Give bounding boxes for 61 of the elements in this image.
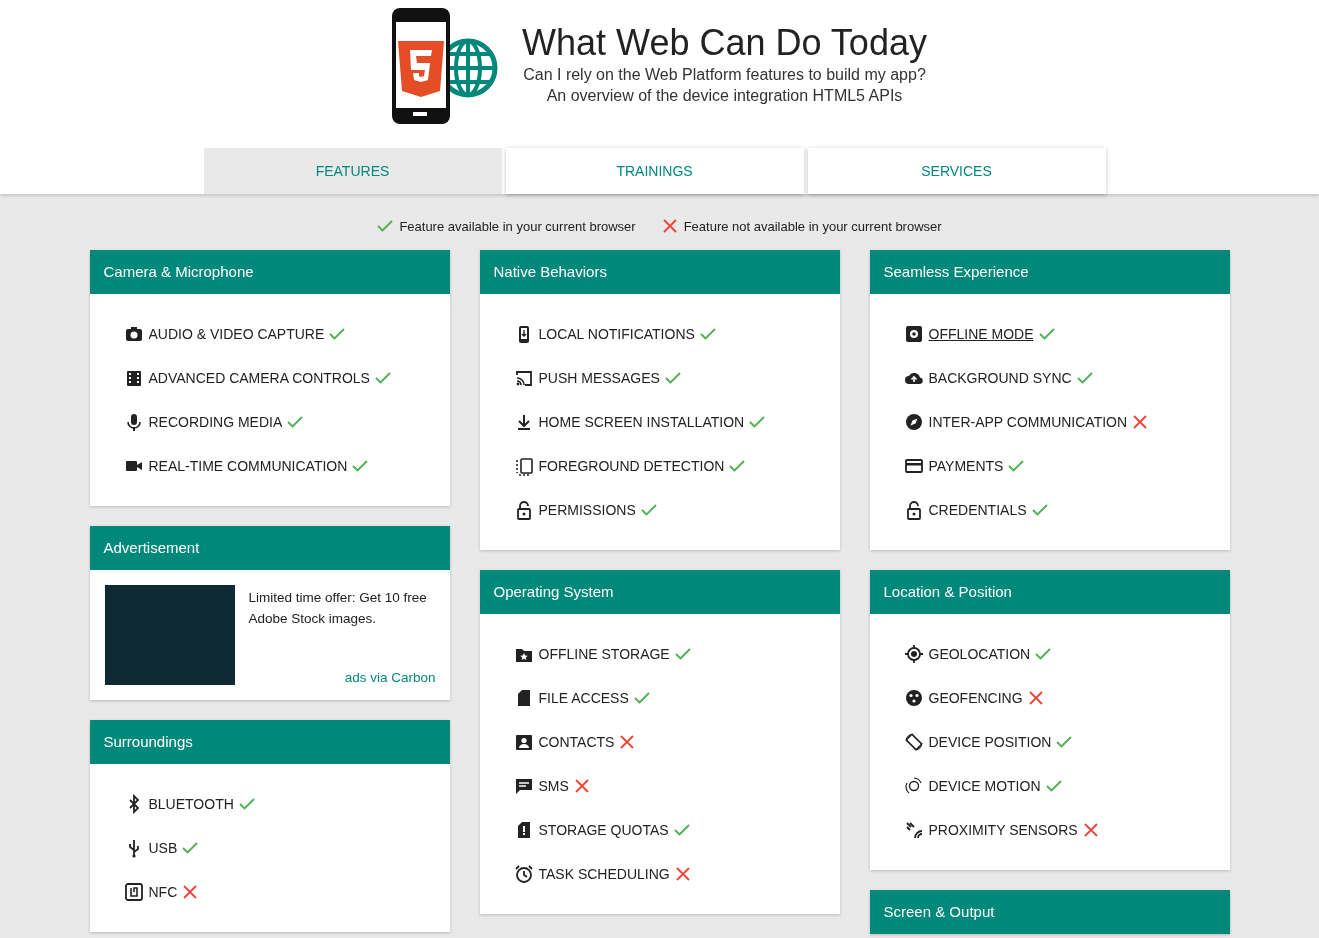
ad-text: Limited time offer: Get 10 free Adobe Stock images. [248, 589, 428, 628]
feature-label: BACKGROUND SYNC [928, 370, 1072, 386]
camera-icon [123, 324, 144, 344]
chat-icon [513, 776, 534, 796]
motion-icon [903, 776, 924, 796]
subtitle: Can I rely on the Web Platform features to build my app? [523, 65, 926, 85]
screen-icon [513, 456, 534, 476]
feature-label: GEOFENCING [928, 690, 1023, 706]
feature-label: LOCAL NOTIFICATIONS [538, 326, 695, 342]
feature-label: CREDENTIALS [928, 502, 1027, 518]
feature-label: FOREGROUND DETECTION [538, 458, 725, 474]
photo-placeholder[interactable] [104, 585, 235, 685]
nav-tab[interactable]: TRAININGS [505, 148, 804, 194]
feature-label: OFFLINE STORAGE [538, 646, 670, 662]
feature-label: PROXIMITY SENSORS [928, 822, 1078, 838]
feature-label: SMS [538, 778, 569, 794]
card-header: Screen & Output [869, 890, 1230, 934]
feature-label: GEOLOCATION [928, 646, 1031, 662]
feature-label: DEVICE POSITION [928, 734, 1052, 750]
feature-label: FILE ACCESS [538, 690, 629, 706]
card-header: Operating System [479, 570, 840, 614]
dots-icon [903, 688, 924, 708]
feature-label: REAL-TIME COMMUNICATION [148, 458, 348, 474]
compass-icon [903, 412, 924, 432]
feature-label: STORAGE QUOTAS [538, 822, 669, 838]
card-header: Seamless Experience [869, 250, 1230, 294]
nfc-icon [123, 882, 144, 902]
card-header: Camera & Microphone [89, 250, 450, 294]
crosshair-icon [903, 644, 924, 664]
subtitle: An overview of the device integration HTML5 APIs [546, 86, 903, 106]
feature-label: BLUETOOTH [148, 796, 234, 812]
waves-icon [903, 820, 924, 840]
card-header: Surroundings [89, 720, 450, 764]
cast-icon [513, 368, 534, 388]
feature-label: HOME SCREEN INSTALLATION [538, 414, 745, 430]
page-title: What Web Can Do Today [522, 22, 927, 64]
rotate-icon [903, 732, 924, 752]
feature-label: DEVICE MOTION [928, 778, 1041, 794]
ads-link[interactable]: ads via Carbon [344, 670, 436, 685]
feature-label: USB [148, 840, 178, 856]
feature-label: NFC [148, 884, 178, 900]
feature-label: ADVANCED CAMERA CONTROLS [148, 370, 370, 386]
feature-label: AUDIO & VIDEO CAPTURE [148, 326, 325, 342]
card-header: Advertisement [89, 526, 450, 570]
card-header: Location & Position [869, 570, 1230, 614]
feature-label: PUSH MESSAGES [538, 370, 660, 386]
feature-label: TASK SCHEDULING [538, 866, 670, 882]
card-icon [903, 456, 924, 476]
nav-tab[interactable]: FEATURES [203, 148, 502, 194]
feature-label: CONTACTS [538, 734, 615, 750]
card-header: Native Behaviors [479, 250, 840, 294]
feature-label: PERMISSIONS [538, 502, 636, 518]
feature-label: INTER-APP COMMUNICATION [928, 414, 1128, 430]
nav-tab[interactable]: SERVICES [807, 148, 1106, 194]
legend-text: Feature not available in your current browser [683, 218, 942, 234]
alarm-icon [513, 864, 534, 884]
feature-link[interactable]: OFFLINE MODE [928, 326, 1034, 342]
contact-icon [513, 732, 534, 752]
feature-label: RECORDING MEDIA [148, 414, 283, 430]
feature-label: PAYMENTS [928, 458, 1004, 474]
legend-text: Feature available in your current browser [399, 218, 636, 234]
